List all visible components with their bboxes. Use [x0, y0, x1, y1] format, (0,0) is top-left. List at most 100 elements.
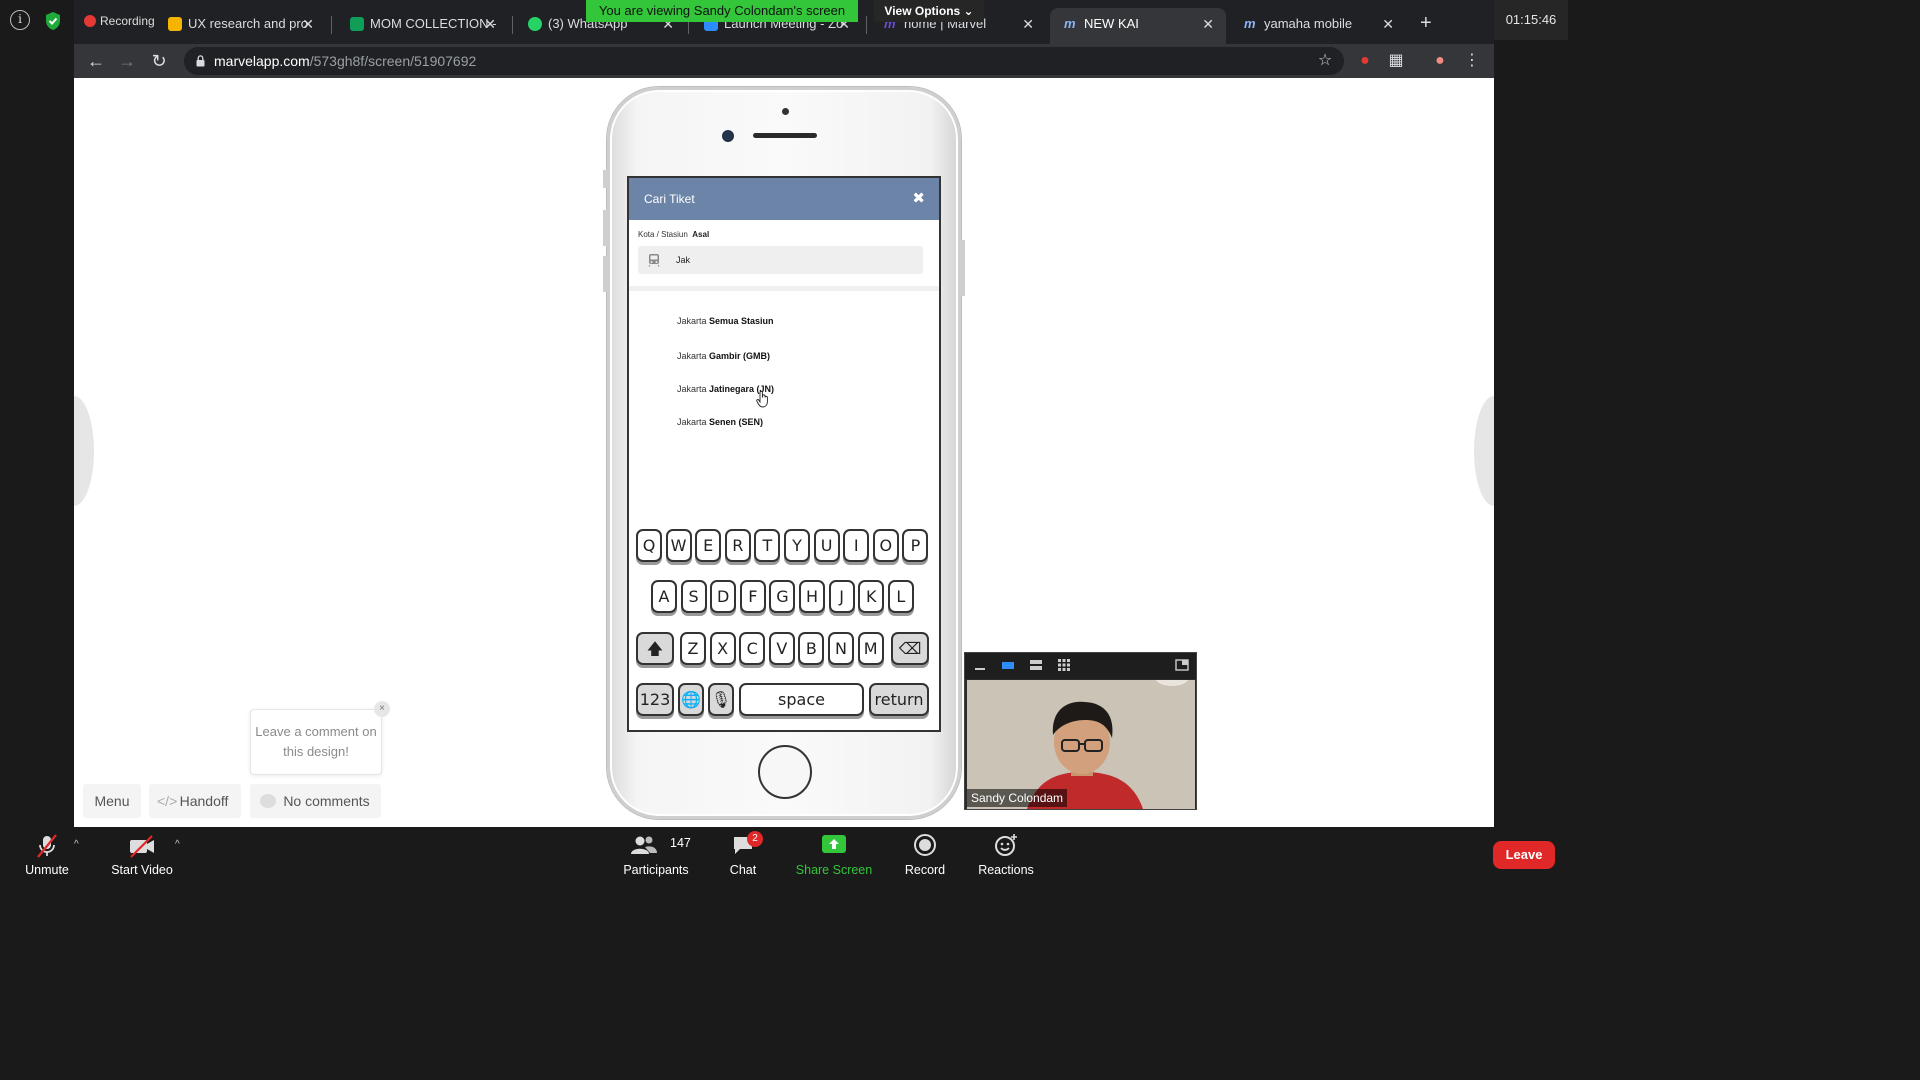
- tab-separator: [331, 16, 332, 34]
- keyboard-key[interactable]: K: [858, 580, 885, 613]
- input-value: Jak: [676, 255, 691, 265]
- profile-avatar-icon[interactable]: ●: [1428, 49, 1452, 73]
- start-video-button[interactable]: Start Video: [104, 827, 180, 882]
- close-icon[interactable]: ✖: [912, 178, 925, 220]
- phone-home-button[interactable]: [758, 745, 812, 799]
- keyboard-key[interactable]: X: [709, 632, 736, 665]
- back-arrow-icon[interactable]: ←: [84, 49, 108, 73]
- chat-button[interactable]: 2 Chat: [720, 827, 766, 882]
- suggestion-city: Jakarta: [677, 316, 707, 326]
- menu-button[interactable]: Menu: [83, 784, 141, 818]
- handoff-button[interactable]: </> Handoff: [149, 784, 241, 818]
- phone-side-button: [961, 240, 965, 296]
- keyboard-key[interactable]: L: [887, 580, 914, 613]
- tab-close-icon[interactable]: ✕: [484, 8, 496, 40]
- speaker-view-icon[interactable]: [1001, 659, 1015, 671]
- label-prefix: Kota / Stasiun: [638, 230, 688, 239]
- station-suggestion[interactable]: Jakarta Semua Stasiun: [677, 316, 774, 326]
- divider: [629, 286, 939, 291]
- qr-extension-icon[interactable]: ▦: [1384, 49, 1408, 73]
- new-tab-plus-icon[interactable]: +: [1420, 12, 1432, 35]
- keyboard-key[interactable]: P: [902, 529, 929, 562]
- extension-icon[interactable]: ●: [1353, 49, 1377, 73]
- station-suggestion[interactable]: Jakarta Gambir (GMB): [677, 351, 770, 361]
- keyboard-key[interactable]: H: [799, 580, 825, 613]
- minimize-icon[interactable]: [973, 659, 987, 671]
- handoff-label: Handoff: [179, 793, 229, 809]
- keyboard-key[interactable]: S: [680, 580, 707, 613]
- browser-tab[interactable]: MOM COLLECTION - ✕: [336, 8, 508, 44]
- keyboard-key[interactable]: N: [828, 632, 854, 665]
- url-input[interactable]: marvelapp.com/573gh8f/screen/51907692: [184, 47, 1344, 75]
- keyboard-key[interactable]: E: [695, 529, 722, 562]
- suggestion-city: Jakarta: [677, 417, 707, 427]
- browser-tab[interactable]: m yamaha mobile ✕: [1230, 8, 1406, 44]
- phone-side-button: [603, 170, 607, 188]
- gallery-view-icon[interactable]: [1057, 659, 1071, 671]
- microphone-key[interactable]: 🎙: [708, 683, 734, 716]
- participants-button[interactable]: 147 Participants: [620, 827, 692, 882]
- keyboard-key[interactable]: J: [828, 580, 855, 613]
- tab-close-icon[interactable]: ✕: [1022, 8, 1034, 40]
- security-shield-icon[interactable]: [44, 11, 62, 31]
- backspace-key[interactable]: ⌫: [891, 632, 929, 665]
- keyboard-key[interactable]: F: [739, 580, 766, 613]
- keyboard-key[interactable]: C: [739, 632, 766, 665]
- audio-options-caret-icon[interactable]: ^: [74, 839, 79, 850]
- keyboard-key[interactable]: I: [843, 529, 870, 562]
- numbers-key[interactable]: 123: [636, 683, 674, 716]
- space-key[interactable]: space: [739, 683, 864, 716]
- kebab-menu-icon[interactable]: ⋮: [1460, 49, 1484, 73]
- keyboard-key[interactable]: V: [768, 632, 795, 665]
- globe-key[interactable]: 🌐: [678, 683, 704, 716]
- prev-screen-arrow[interactable]: [74, 396, 94, 506]
- keyboard-key[interactable]: T: [754, 529, 781, 562]
- tab-close-icon[interactable]: ✕: [1202, 8, 1214, 40]
- keyboard-key[interactable]: G: [769, 580, 796, 613]
- view-options-button[interactable]: View Options ⌄: [874, 0, 984, 22]
- tab-close-icon[interactable]: ✕: [1382, 8, 1394, 40]
- reactions-button[interactable]: Reactions: [976, 827, 1036, 882]
- keyboard-key[interactable]: Q: [636, 529, 662, 562]
- return-key[interactable]: return: [869, 683, 929, 716]
- browser-tab[interactable]: UX research and pro ✕: [154, 8, 326, 44]
- share-screen-button[interactable]: Share Screen: [793, 827, 875, 882]
- reload-icon[interactable]: ↻: [147, 49, 171, 73]
- slides-icon: [168, 17, 182, 31]
- keyboard-key[interactable]: Z: [680, 632, 706, 665]
- tab-close-icon[interactable]: ✕: [302, 8, 314, 40]
- keyboard-key[interactable]: U: [813, 529, 840, 562]
- prototype-screen: Cari Tiket ✖ Kota / Stasiun Asal Jak Jak…: [627, 176, 941, 732]
- strip-view-icon[interactable]: [1029, 659, 1043, 671]
- keyboard-key[interactable]: A: [651, 580, 677, 613]
- forward-arrow-icon[interactable]: →: [115, 49, 139, 73]
- next-screen-arrow[interactable]: [1474, 396, 1494, 506]
- keyboard-key[interactable]: B: [798, 632, 825, 665]
- station-suggestion[interactable]: Jakarta Senen (SEN): [677, 417, 763, 427]
- keyboard-key[interactable]: O: [872, 529, 899, 562]
- record-button[interactable]: Record: [900, 827, 950, 882]
- phone-speaker: [753, 133, 817, 138]
- url-path: /573gh8f/screen/51907692: [309, 53, 477, 69]
- keyboard-key[interactable]: R: [724, 529, 751, 562]
- shift-key[interactable]: 🡅: [636, 632, 674, 665]
- tab-separator: [866, 16, 867, 34]
- exit-fullscreen-icon[interactable]: [1175, 659, 1189, 671]
- comment-bubble-icon: [260, 794, 276, 808]
- keyboard-key[interactable]: D: [710, 580, 737, 613]
- origin-station-input[interactable]: Jak: [638, 246, 923, 274]
- keyboard-key[interactable]: W: [665, 529, 692, 562]
- info-icon[interactable]: i: [10, 10, 30, 30]
- browser-tab-active[interactable]: m NEW KAI ✕: [1050, 8, 1226, 44]
- star-bookmark-icon[interactable]: ☆: [1313, 49, 1337, 73]
- participant-video-tile[interactable]: Sandy Colondam: [964, 652, 1197, 810]
- video-options-caret-icon[interactable]: ^: [175, 839, 180, 850]
- tooltip-close-icon[interactable]: ×: [374, 701, 390, 717]
- keyboard-key[interactable]: M: [857, 632, 884, 665]
- keyboard-key[interactable]: Y: [784, 529, 810, 562]
- leave-meeting-button[interactable]: Leave: [1493, 841, 1555, 869]
- comments-label: No comments: [283, 793, 370, 809]
- unmute-button[interactable]: Unmute: [12, 827, 82, 882]
- unmute-label: Unmute: [25, 863, 69, 877]
- comments-button[interactable]: No comments: [250, 784, 381, 818]
